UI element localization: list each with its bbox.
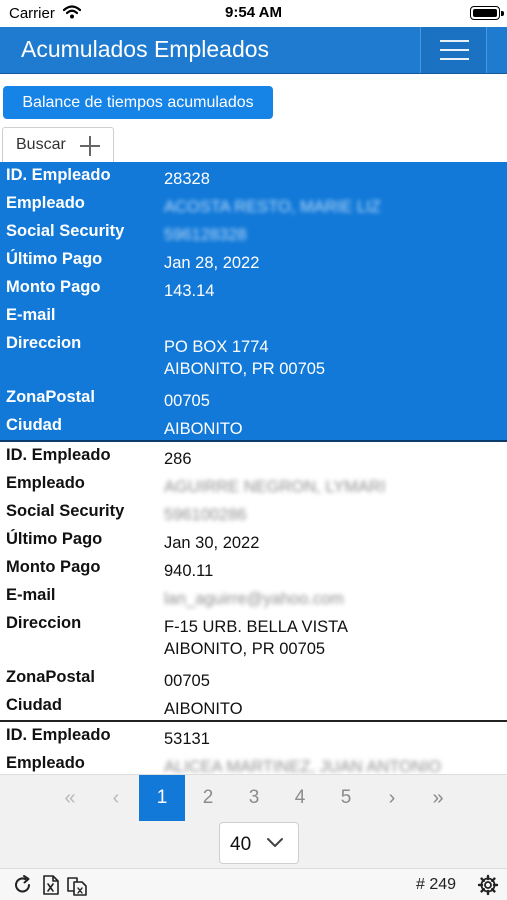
search-button[interactable]: Buscar xyxy=(2,127,114,162)
field-label: Monto Pago xyxy=(6,558,101,576)
field-label: Último Pago xyxy=(6,530,103,548)
list-item[interactable]: ID. Empleado 28328 Empleado ACOSTA RESTO, … xyxy=(0,162,507,442)
field-label: Empleado xyxy=(6,474,85,492)
field-label: Último Pago xyxy=(6,250,103,268)
page-title: Acumulados Empleados xyxy=(21,36,270,62)
search-label: Buscar xyxy=(16,136,66,153)
field-label: Empleado xyxy=(6,754,85,772)
employee-list: ID. Empleado 28328 Empleado ACOSTA RESTO, … xyxy=(0,162,507,774)
prev-page-button[interactable]: ‹ xyxy=(93,775,139,821)
field-label: ZonaPostal xyxy=(6,668,95,686)
field-label: Ciudad xyxy=(6,416,62,434)
field-label: Monto Pago xyxy=(6,278,101,296)
status-bar: Carrier 9:54 AM xyxy=(0,0,507,27)
page-link-3[interactable]: 3 xyxy=(231,775,277,821)
gear-icon[interactable] xyxy=(477,874,499,896)
address-line-1: PO BOX 1774 xyxy=(164,338,269,356)
employee-name: ACOSTA RESTO, MARIE LIZ xyxy=(164,198,381,216)
record-count: # 249 xyxy=(416,876,457,893)
menu-button[interactable] xyxy=(420,27,487,73)
employee-id: 53131 xyxy=(164,730,210,748)
field-label: E-mail xyxy=(6,586,56,604)
page-link-2[interactable]: 2 xyxy=(185,775,231,821)
last-page-button[interactable]: » xyxy=(415,775,461,821)
pagination: « ‹ 1 2 3 4 5 › » 40 xyxy=(0,774,507,868)
clock: 9:54 AM xyxy=(225,4,282,21)
last-pay-date: Jan 28, 2022 xyxy=(164,254,260,272)
menu-icon xyxy=(440,40,469,42)
plus-icon xyxy=(80,136,100,156)
pay-amount: 940.11 xyxy=(164,562,214,580)
field-label: Direccion xyxy=(6,614,82,632)
page-link-1[interactable]: 1 xyxy=(139,775,185,821)
email: lan_aguirre@yahoo.com xyxy=(164,590,345,608)
footer-toolbar: # 249 xyxy=(0,868,507,900)
page-size-value: 40 xyxy=(230,834,252,855)
page-link-5[interactable]: 5 xyxy=(323,775,369,821)
employee-id: 286 xyxy=(164,450,192,468)
excel-export-icon[interactable] xyxy=(40,874,62,896)
page-size-select[interactable]: 40 xyxy=(219,822,299,864)
field-label: ID. Empleado xyxy=(6,446,111,464)
field-label: ID. Empleado xyxy=(6,166,111,184)
battery-icon xyxy=(470,6,504,20)
list-item[interactable]: ID. Empleado 286 Empleado AGUIRRE NEGRON, … xyxy=(0,442,507,722)
address-line-2: AIBONITO, PR 00705 xyxy=(164,360,326,378)
city: AIBONITO xyxy=(164,420,243,438)
page-link-4[interactable]: 4 xyxy=(277,775,323,821)
field-label: Social Security xyxy=(6,222,125,240)
city: AIBONITO xyxy=(164,700,243,718)
app-screen: Carrier 9:54 AM Acumulados Empleados Bal… xyxy=(0,0,507,900)
employee-name: ALICEA MARTINEZ, JUAN ANTONIO xyxy=(164,758,442,774)
next-page-button[interactable]: › xyxy=(369,775,415,821)
zip-code: 00705 xyxy=(164,672,210,690)
app-header: Acumulados Empleados xyxy=(0,27,507,74)
first-page-button[interactable]: « xyxy=(47,775,93,821)
address-line-1: F-15 URB. BELLA VISTA xyxy=(164,618,349,636)
field-label: ZonaPostal xyxy=(6,388,95,406)
balance-button[interactable]: Balance de tiempos acumulados xyxy=(3,86,273,119)
chevron-down-icon xyxy=(267,838,283,847)
field-label: E-mail xyxy=(6,306,56,324)
field-label: ID. Empleado xyxy=(6,726,111,744)
field-label: Social Security xyxy=(6,502,125,520)
field-label: Ciudad xyxy=(6,696,62,714)
refresh-icon[interactable] xyxy=(12,874,34,896)
copy-icon[interactable] xyxy=(66,874,88,896)
social-security: 596100286 xyxy=(164,506,247,524)
list-item[interactable]: ID. Empleado 53131 Empleado ALICEA MARTINE… xyxy=(0,722,507,774)
pay-amount: 143.14 xyxy=(164,282,215,300)
zip-code: 00705 xyxy=(164,392,210,410)
employee-name: AGUIRRE NEGRON, LYMARI xyxy=(164,478,386,496)
field-label: Direccion xyxy=(6,334,82,352)
employee-id: 28328 xyxy=(164,170,210,188)
social-security: 596128328 xyxy=(164,226,247,244)
last-pay-date: Jan 30, 2022 xyxy=(164,534,260,552)
address-line-2: AIBONITO, PR 00705 xyxy=(164,640,326,658)
field-label: Empleado xyxy=(6,194,85,212)
